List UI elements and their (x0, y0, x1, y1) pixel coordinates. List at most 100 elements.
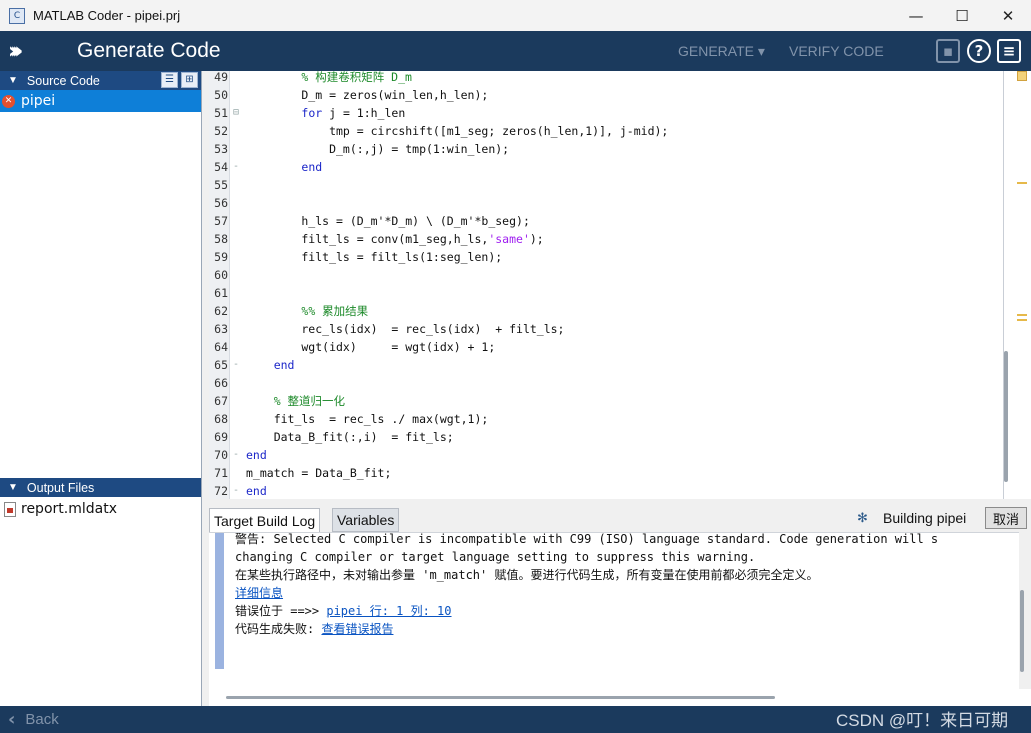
log-warning-line-2: changing C compiler or target language s… (235, 550, 756, 564)
code-line[interactable]: 56 (209, 194, 1009, 212)
code-text: m_match = Data_B_fit; (246, 466, 392, 480)
code-line[interactable]: 64 wgt(idx) = wgt(idx) + 1; (209, 338, 1009, 356)
warning-marker[interactable] (1017, 182, 1027, 184)
code-line[interactable]: 52 tmp = circshift([m1_seg; zeros(h_len,… (209, 122, 1009, 140)
line-number: 59 (214, 250, 228, 264)
source-item-pipei[interactable]: ✕ pipei (0, 90, 201, 112)
collapse-triangle-icon[interactable]: ▼ (8, 482, 18, 493)
output-files-header[interactable]: ▼ Output Files (0, 478, 201, 497)
code-text: end (273, 358, 295, 372)
help-icon[interactable]: ? (967, 39, 991, 63)
output-item-label: report.mldatx (21, 501, 117, 517)
loading-spinner-icon: ✻ (857, 511, 868, 526)
fold-marker-icon[interactable]: - (233, 446, 242, 464)
fold-marker-icon[interactable]: ⊟ (233, 104, 242, 122)
view-error-report-link[interactable]: 查看错误报告 (321, 622, 393, 636)
maximize-button[interactable]: ☐ (939, 0, 985, 31)
line-number: 58 (214, 232, 228, 246)
fold-marker-icon[interactable]: - (233, 158, 242, 176)
minimize-button[interactable]: — (893, 0, 939, 31)
back-button[interactable]: Back (25, 711, 58, 728)
line-number: 72 (214, 484, 228, 498)
code-line[interactable]: 54- end (209, 158, 1009, 176)
code-text: Data_B_fit(:,i) = fit_ls; (246, 430, 454, 444)
log-vertical-scrollbar[interactable] (1020, 590, 1024, 672)
back-chevron-icon[interactable]: ‹ (8, 709, 15, 730)
app-header: ›››› Generate Code GENERATE ▾ VERIFY COD… (0, 31, 1031, 71)
code-text: % 构建卷积矩阵 D_m (301, 71, 412, 84)
code-editor[interactable]: 49 % 构建卷积矩阵 D_m 50 D_m = zeros(win_len,h_… (209, 71, 1031, 499)
code-text: fit_ls = rec_ls ./ max(wgt,1); (246, 412, 489, 426)
code-line[interactable]: 68 fit_ls = rec_ls ./ max(wgt,1); (209, 410, 1009, 428)
line-number: 52 (214, 124, 228, 138)
code-line[interactable]: 50 D_m = zeros(win_len,h_len); (209, 86, 1009, 104)
log-horizontal-scrollbar[interactable] (226, 696, 775, 699)
code-line[interactable]: 72- end (209, 482, 1009, 499)
code-text: filt_ls = conv(m1_seg,h_ls,'same'); (246, 232, 544, 246)
code-line[interactable]: 49 % 构建卷积矩阵 D_m (209, 71, 1009, 86)
title-bar: C MATLAB Coder - pipei.prj — ☐ ✕ (0, 0, 1031, 31)
line-number: 62 (214, 304, 228, 318)
code-line[interactable]: 67 % 整道归一化 (209, 392, 1009, 410)
tab-variables[interactable]: Variables (332, 508, 400, 532)
fold-marker-icon[interactable]: - (233, 482, 242, 499)
watermark-text: CSDN @叮！来日可期 (836, 711, 1009, 730)
generate-menu[interactable]: GENERATE ▾ (678, 43, 765, 60)
message-marker-bar (1012, 71, 1031, 499)
error-icon: ✕ (2, 94, 15, 108)
code-line[interactable]: 53 D_m(:,j) = tmp(1:win_len); (209, 140, 1009, 158)
warning-marker[interactable] (1017, 314, 1027, 316)
source-view-toggles: ☰ ⊞ (161, 72, 198, 88)
verify-code-menu[interactable]: VERIFY CODE (789, 43, 884, 59)
source-code-title: Source Code (26, 73, 100, 88)
line-number: 68 (214, 412, 228, 426)
code-line[interactable]: 66 (209, 374, 1009, 392)
window-title: MATLAB Coder - pipei.prj (33, 8, 181, 23)
menu-icon[interactable]: ≡ (997, 39, 1021, 63)
code-text: D_m(:,j) = tmp(1:win_len); (246, 142, 510, 156)
matlab-coder-icon: C (9, 7, 25, 24)
codegen-failed-prefix: 代码生成失败: (235, 622, 322, 636)
code-line[interactable]: 69 Data_B_fit(:,i) = fit_ls; (209, 428, 1009, 446)
collapse-triangle-icon[interactable]: ▼ (8, 75, 18, 86)
code-line[interactable]: 63 rec_ls(idx) = rec_ls(idx) + filt_ls; (209, 320, 1009, 338)
line-number: 67 (214, 394, 228, 408)
codegen-failed-line: 代码生成失败: 查看错误报告 (235, 620, 393, 638)
code-line[interactable]: 71 m_match = Data_B_fit; (209, 464, 1009, 482)
code-line[interactable]: 70- end (209, 446, 1009, 464)
code-line[interactable]: 51 ⊟ for j = 1:h_len (209, 104, 1009, 122)
window-controls: — ☐ ✕ (893, 0, 1031, 31)
editor-vertical-scrollbar[interactable] (1004, 351, 1008, 482)
error-location-link[interactable]: pipei 行: 1 列: 10 (326, 604, 451, 618)
code-line[interactable]: 57 h_ls = (D_m'*D_m) \ (D_m'*b_seg); (209, 212, 1009, 230)
list-view-icon[interactable]: ☰ (161, 72, 178, 88)
log-warning-line-1: 警告: Selected C compiler is incompatible … (235, 532, 939, 546)
workflow-chevrons-icon[interactable]: ›››› (8, 39, 52, 64)
warning-summary-marker[interactable] (1017, 71, 1027, 81)
code-line[interactable]: 60 (209, 266, 1009, 284)
code-line[interactable]: 55 (209, 176, 1009, 194)
line-number: 56 (214, 196, 228, 210)
code-line[interactable]: 61 (209, 284, 1009, 302)
line-number: 71 (214, 466, 228, 480)
fold-marker-icon[interactable]: - (233, 356, 242, 374)
save-icon[interactable]: ▪ (936, 39, 960, 63)
code-line[interactable]: 58 filt_ls = conv(m1_seg,h_ls,'same'); (209, 230, 1009, 248)
output-item-report[interactable]: report.mldatx (0, 499, 117, 519)
warning-marker[interactable] (1017, 319, 1027, 321)
cancel-button[interactable]: 取消 (985, 507, 1027, 529)
error-location-line: 错误位于 ==>> pipei 行: 1 列: 10 (235, 602, 452, 620)
tab-target-build-log[interactable]: Target Build Log (209, 508, 321, 532)
line-number: 51 (214, 106, 228, 120)
close-button[interactable]: ✕ (985, 0, 1031, 31)
code-line[interactable]: 62 %% 累加结果 (209, 302, 1009, 320)
line-number: 55 (214, 178, 228, 192)
code-line[interactable]: 65- end (209, 356, 1009, 374)
tree-view-icon[interactable]: ⊞ (181, 72, 198, 88)
error-location-prefix: 错误位于 ==>> (235, 604, 327, 618)
code-text: end (246, 448, 267, 462)
details-link[interactable]: 详细信息 (235, 584, 283, 602)
code-line[interactable]: 59 filt_ls = filt_ls(1:seg_len); (209, 248, 1009, 266)
code-text: wgt(idx) = wgt(idx) + 1; (246, 340, 496, 354)
source-code-header[interactable]: ▼ Source Code ☰ ⊞ (0, 71, 201, 90)
